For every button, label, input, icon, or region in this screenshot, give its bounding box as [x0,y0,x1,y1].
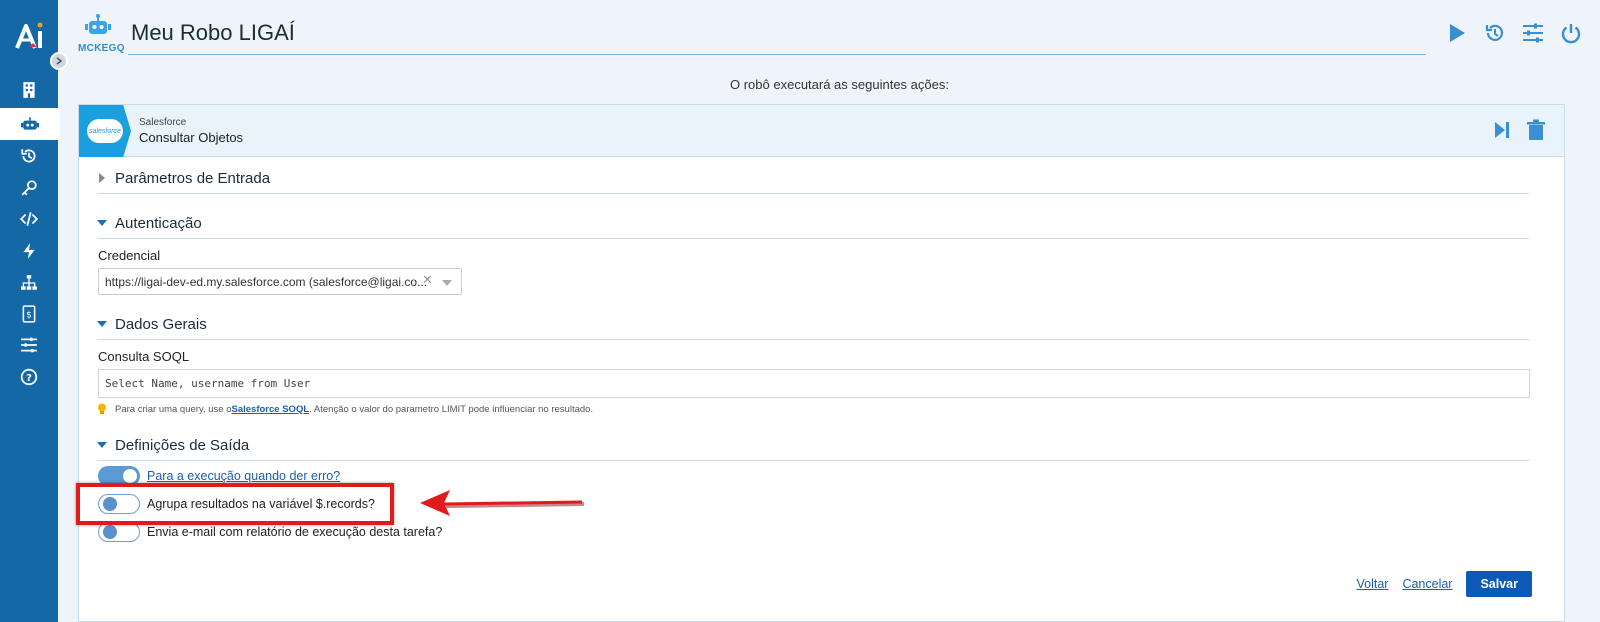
sidebar-item-billing[interactable]: $ [0,298,58,330]
toggle-email-report[interactable]: Envia e-mail com relatório de execução d… [98,522,442,542]
chevron-right-icon [56,57,63,65]
step-header: salesforce Salesforce Consultar Objetos [79,105,1564,157]
sidebar-item-keys[interactable] [0,172,58,204]
sidebar-item-integrations[interactable] [0,267,58,299]
credential-select[interactable]: https://ligai-dev-ed.my.salesforce.com (… [98,268,462,295]
credential-label: Credencial [98,248,161,263]
soql-input[interactable]: Select Name, username from User [98,369,1530,398]
arrow-left-icon [420,490,585,516]
robot-icon [85,14,111,34]
history-button[interactable] [1482,20,1508,46]
sidebar: $ ? [0,0,60,622]
sliders-icon [1523,23,1543,43]
step-provider: Salesforce [139,117,187,128]
run-button[interactable] [1444,20,1470,46]
sidebar-item-help[interactable]: ? [0,361,58,393]
soql-docs-link[interactable]: Salesforce SOQL [232,404,310,415]
power-button[interactable] [1558,20,1584,46]
history-icon [21,149,36,163]
highlight-box [76,483,394,525]
hint-suffix: . Atenção o valor do parametro LIMIT pod… [309,403,594,415]
play-icon [1450,24,1465,42]
sidebar-collapse-toggle[interactable] [50,52,68,70]
section-input-params[interactable]: Parâmetros de Entrada [97,167,1529,194]
toggle-label: Envia e-mail com relatório de execução d… [147,525,443,539]
code-icon [20,212,38,226]
hint-prefix: Para criar uma query, use o [115,403,232,415]
caret-down-icon [97,220,107,226]
soql-label: Consulta SOQL [98,349,190,364]
cancel-button[interactable]: Cancelar [1402,577,1452,591]
sitemap-icon [21,275,37,290]
clear-icon[interactable]: ✕ [422,272,433,288]
sidebar-item-settings[interactable] [0,329,58,361]
caret-down-icon [97,321,107,327]
page-subtitle: O robô executará as seguintes ações: [730,77,949,92]
building-icon [23,82,35,98]
back-button[interactable]: Voltar [1356,577,1388,591]
lightbulb-icon [98,403,106,414]
history-icon [1485,24,1504,41]
toggle-label: Para a execução quando der erro? [147,469,341,483]
header-divider [128,54,1426,55]
section-auth[interactable]: Autenticação [97,212,1529,239]
header-actions [1444,20,1584,46]
section-title: Autenticação [115,214,202,232]
bolt-icon [23,243,35,259]
form-actions: Voltar Cancelar Salvar [1356,571,1532,597]
settings-button[interactable] [1520,20,1546,46]
trash-icon[interactable] [1526,119,1546,141]
caret-down-icon [97,442,107,448]
svg-text:?: ? [26,373,32,384]
sidebar-item-triggers[interactable] [0,235,58,267]
svg-text:$: $ [26,310,32,320]
robot-badge: MCKEGQ [78,14,125,54]
soql-hint: Para criar uma query, use o Salesforce SO… [97,403,593,415]
step-name: Consultar Objetos [139,130,244,145]
power-icon [1561,24,1581,44]
step-card: salesforce Salesforce Consultar Objetos … [78,104,1565,622]
section-title: Dados Gerais [115,315,207,333]
key-icon [21,180,37,196]
caret-right-icon [99,173,105,183]
sidebar-item-company[interactable] [0,74,58,106]
chevron-down-icon[interactable] [442,280,452,286]
robot-icon [21,117,39,130]
salesforce-logo: salesforce [79,105,131,157]
section-title: Parâmetros de Entrada [115,169,271,187]
salesforce-cloud-icon: salesforce [87,119,123,143]
page-title: Meu Robo LIGAÍ [131,20,295,45]
step-actions [1492,119,1546,141]
section-general[interactable]: Dados Gerais [97,313,1529,340]
section-title: Definições de Saída [115,436,250,454]
save-button[interactable]: Salvar [1466,571,1532,597]
invoice-icon: $ [22,305,36,323]
sliders-icon [21,337,37,353]
sidebar-item-code[interactable] [0,203,58,235]
robot-code: MCKEGQ [78,43,125,54]
logo-icon [15,22,43,49]
help-icon: ? [20,368,38,386]
toggle-switch[interactable] [98,522,140,542]
sidebar-item-robots[interactable] [0,108,60,140]
step-forward-icon[interactable] [1492,119,1512,141]
section-output[interactable]: Definições de Saída [97,434,1529,461]
sidebar-item-history[interactable] [0,140,58,172]
